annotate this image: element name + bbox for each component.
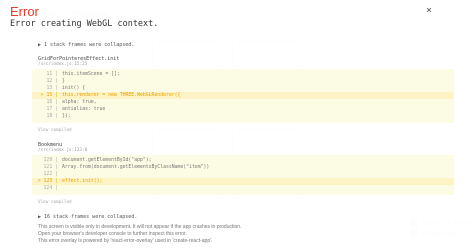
code-text: alpha: true, [62,100,97,105]
code-snippet: 11 | this.itemScene = []; 12 |} 13 | init(… [32,69,454,123]
code-line: 16 | alpha: true, [32,99,454,106]
collapsed-frames-toggle[interactable]: ▶ 16 stack frames were collapsed. [38,214,137,220]
code-line: 124 | [32,185,454,192]
line-number: 18 | [46,114,58,119]
line-number: > 15 | [40,93,58,98]
code-text: Array.from(document.getElementsByClassNa… [62,165,210,170]
code-line: 11 | this.itemScene = []; [32,71,454,78]
code-line: 18 |}); [32,113,454,120]
code-snippet: 120 | document.getElementById("app"); 121… [32,155,454,195]
line-number: 122 | [43,172,58,177]
code-line: 121 | Array.from(document.getElementsByCl… [32,164,454,171]
code-line: 17 | antialias: true [32,106,454,113]
view-compiled-link[interactable]: View compiled [38,128,72,133]
footer-note: Open your browser's developer console to… [38,231,187,237]
line-number: 16 | [46,100,58,105]
line-number: 12 | [46,79,58,84]
line-number: 11 | [46,72,58,77]
footer-note: This error overlay is powered by 'react-… [38,238,213,244]
code-text: antialias: true [62,107,106,112]
code-line: 120 | document.getElementById("app"); [32,157,454,164]
collapsed-frames-toggle[interactable]: ▶ 1 stack frames were collapsed. [38,42,134,48]
error-message: Error creating WebGL context. [10,19,159,29]
code-line: 122 | [32,171,454,178]
line-number: 120 | [43,158,58,163]
code-text: document.getElementById("app"); [62,158,152,163]
stack-frame-path: /src/index.js:123:0 [38,148,88,153]
line-number: 13 | [46,86,58,91]
footer-note: This screen is visible only in developme… [38,224,242,230]
code-line: 13 | init() { [32,85,454,92]
view-compiled-link[interactable]: View compiled [38,200,72,205]
close-icon[interactable]: × [426,5,432,16]
code-line-highlighted: > 123 | effect.init(); [32,178,454,185]
code-text: this.itemScene = []; [62,72,120,77]
stack-frame-path: /src/index.js:15:25 [38,62,88,67]
code-text: } [62,79,65,84]
line-number: 17 | [46,107,58,112]
code-text: init() { [62,86,86,91]
error-title: Error [10,4,39,19]
error-overlay: Error Error creating WebGL context. × ▶ … [0,0,474,248]
line-number: > 123 | [37,179,58,184]
code-text: effect.init(); [62,179,103,184]
code-text: this.renderer = new THREE.WebGLRenderer(… [62,93,181,98]
line-number: 124 | [43,186,58,191]
code-text: }); [62,114,71,119]
code-line: 12 |} [32,78,454,85]
line-number: 121 | [43,165,58,170]
code-line-highlighted: > 15 | this.renderer = new THREE.WebGLRen… [32,92,454,99]
